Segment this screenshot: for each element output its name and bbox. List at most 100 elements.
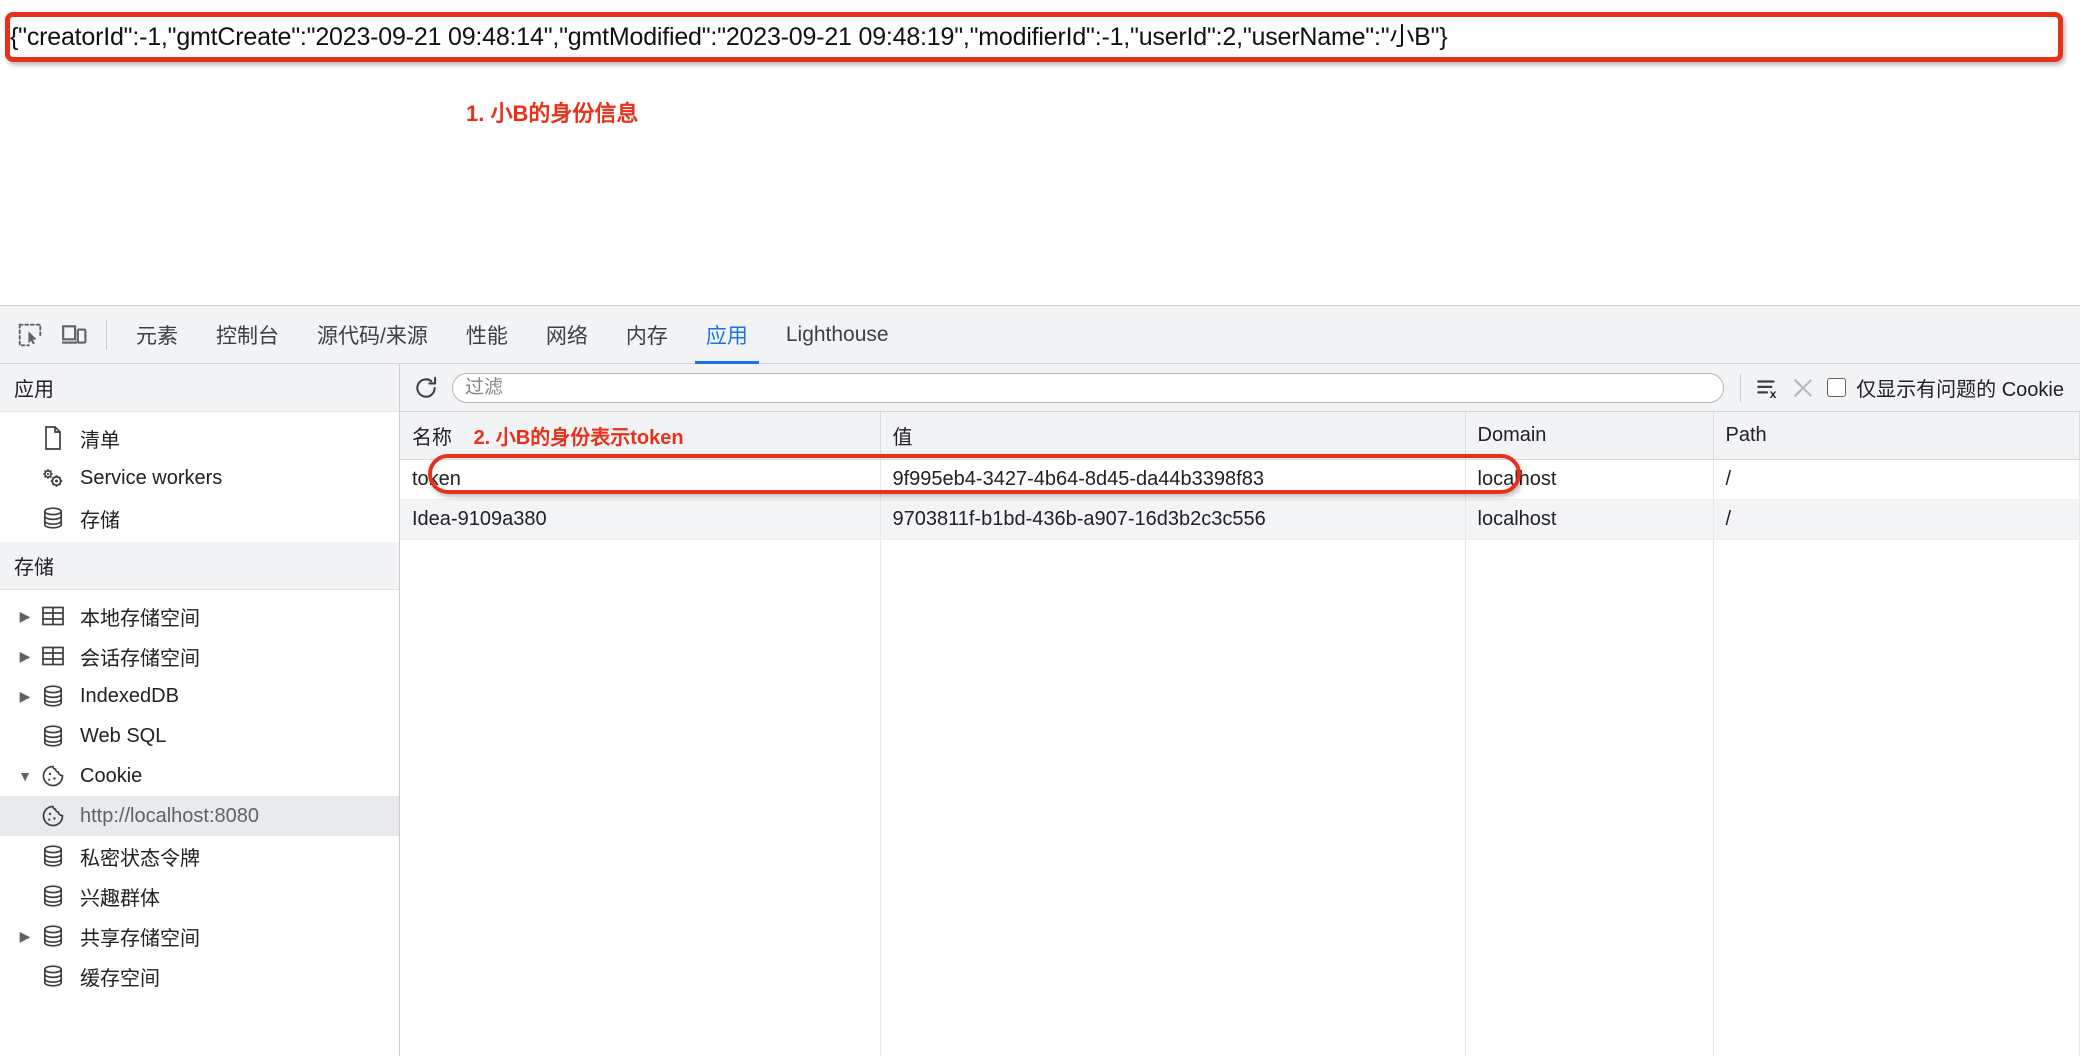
database-icon <box>36 964 70 988</box>
cell-cookie-domain[interactable]: localhost <box>1465 459 1714 500</box>
svg-text:x: x <box>1770 386 1777 400</box>
tab-performance[interactable]: 性能 <box>447 306 527 364</box>
cookie-icon <box>36 764 70 788</box>
sidebar-item-web-sql[interactable]: ▶ Web SQL <box>0 716 399 756</box>
devtools-tab-list: 元素 控制台 源代码/来源 性能 网络 内存 应用 Lighthouse <box>117 306 908 364</box>
table-row[interactable]: token 9f995eb4-3427-4b64-8d45-da44b3398f… <box>400 459 2080 500</box>
checkbox-label: 仅显示有问题的 Cookie <box>1856 379 2064 401</box>
database-icon <box>36 884 70 908</box>
cookie-table-head: 名称 2. 小B的身份表示token 值 Domain Path <box>400 412 2080 460</box>
cell-cookie-name[interactable]: Idea-9109a380 <box>400 499 881 540</box>
tab-elements[interactable]: 元素 <box>117 306 197 364</box>
inspect-element-icon[interactable] <box>10 315 50 355</box>
sidebar-item-label: Web SQL <box>80 724 167 747</box>
table-row[interactable]: Idea-9109a380 9703811f-b1bd-436b-a907-16… <box>400 499 2080 540</box>
tab-network[interactable]: 网络 <box>527 306 607 364</box>
sidebar-section-title-application: 应用 <box>0 364 399 412</box>
cell-cookie-path[interactable]: / <box>1713 499 2080 540</box>
sidebar-item-label: Cookie <box>80 764 143 787</box>
table-icon <box>36 605 70 627</box>
sidebar-item-cookie-localhost-8080[interactable]: http://localhost:8080 <box>0 796 399 836</box>
sidebar-item-label: 共享存储空间 <box>80 927 200 950</box>
cookie-table-body: token 9f995eb4-3427-4b64-8d45-da44b3398f… <box>400 459 2080 1056</box>
database-icon <box>36 924 70 948</box>
annotation-label-identity-json: 1. 小B的身份信息 <box>466 101 639 126</box>
browser-page-area: {"creatorId":-1,"gmtCreate":"2023-09-21 … <box>0 0 2080 305</box>
only-show-problematic-cookies-checkbox[interactable]: 仅显示有问题的 Cookie <box>1821 373 2072 402</box>
sidebar-item-local-storage[interactable]: ▶ 本地存储空间 <box>0 596 399 636</box>
table-header-row: 名称 2. 小B的身份表示token 值 Domain Path <box>400 412 2080 460</box>
chevron-right-icon[interactable]: ▶ <box>14 688 36 705</box>
sidebar-item-label: 本地存储空间 <box>80 607 200 630</box>
column-header-name[interactable]: 名称 2. 小B的身份表示token <box>400 412 881 460</box>
clear-all-cookies-icon[interactable]: x <box>1749 370 1785 406</box>
column-header-domain[interactable]: Domain <box>1465 412 1714 460</box>
cell-cookie-value[interactable]: 9f995eb4-3427-4b64-8d45-da44b3398f83 <box>880 459 1466 500</box>
sidebar-item-cache-storage[interactable]: ▶ 缓存空间 <box>0 956 399 996</box>
refresh-icon[interactable] <box>408 370 444 406</box>
cell-cookie-path[interactable]: / <box>1713 459 2080 500</box>
twisty-placeholder: ▶ <box>14 888 36 905</box>
sidebar-item-manifest[interactable]: ▶ 清单 <box>0 418 399 458</box>
tab-sources[interactable]: 源代码/来源 <box>298 306 447 364</box>
database-icon <box>36 684 70 708</box>
sidebar-item-shared-storage[interactable]: ▶ 共享存储空间 <box>0 916 399 956</box>
database-icon <box>36 506 70 530</box>
tab-application[interactable]: 应用 <box>687 306 767 364</box>
gears-icon <box>36 466 70 490</box>
sidebar-item-cookie[interactable]: ▼ Cookie <box>0 756 399 796</box>
chevron-right-icon[interactable]: ▶ <box>14 648 36 665</box>
application-sidebar: 应用 ▶ 清单 ▶ <box>0 364 400 1056</box>
devtools-screenshot: {"creatorId":-1,"gmtCreate":"2023-09-21 … <box>0 0 2080 1056</box>
filter-field[interactable] <box>452 372 1725 403</box>
column-header-value[interactable]: 值 <box>880 412 1466 460</box>
filler-cell <box>1465 539 1714 1056</box>
json-response-text: {"creatorId":-1,"gmtCreate":"2023-09-21 … <box>10 23 1448 51</box>
chevron-down-icon[interactable]: ▼ <box>14 768 36 784</box>
tab-console[interactable]: 控制台 <box>197 306 298 364</box>
sidebar-item-label: IndexedDB <box>80 684 179 707</box>
sidebar-item-interest-groups[interactable]: ▶ 兴趣群体 <box>0 876 399 916</box>
chevron-right-icon[interactable]: ▶ <box>14 928 36 945</box>
tab-memory[interactable]: 内存 <box>607 306 687 364</box>
filler-cell <box>880 539 1466 1056</box>
cookie-table: 名称 2. 小B的身份表示token 值 Domain Path token 9… <box>400 412 2080 1056</box>
cell-cookie-value[interactable]: 9703811f-b1bd-436b-a907-16d3b2c3c556 <box>880 499 1466 540</box>
tab-lighthouse[interactable]: Lighthouse <box>767 306 908 364</box>
filler-cell <box>1713 539 2080 1056</box>
sidebar-storage-items: ▶ 本地存储空间 ▶ 会话存储空间 ▶ IndexedDB Web SQL ▼ … <box>0 590 399 998</box>
sidebar-item-storage[interactable]: ▶ 存储 <box>0 498 399 538</box>
sidebar-item-label: 兴趣群体 <box>80 887 160 910</box>
delete-selected-cookie-icon[interactable] <box>1785 370 1821 406</box>
table-empty-filler <box>400 539 2080 1056</box>
cookie-toolbar: x 仅显示有问题的 Cookie <box>400 364 2080 412</box>
sidebar-item-indexeddb[interactable]: ▶ IndexedDB <box>0 676 399 716</box>
cookie-icon <box>36 804 70 828</box>
sidebar-item-label: 清单 <box>80 429 120 452</box>
chevron-right-icon[interactable]: ▶ <box>14 608 36 625</box>
sidebar-item-service-workers[interactable]: ▶ <box>0 458 399 498</box>
cell-cookie-name[interactable]: token <box>400 459 881 500</box>
twisty-placeholder: ▶ <box>14 728 36 745</box>
twisty-placeholder: ▶ <box>14 510 36 527</box>
sidebar-item-session-storage[interactable]: ▶ 会话存储空间 <box>0 636 399 676</box>
column-header-name-label: 名称 <box>412 427 452 449</box>
devtools-window: 元素 控制台 源代码/来源 性能 网络 内存 应用 Lighthouse 应用 … <box>0 305 2080 1056</box>
devtools-body: 应用 ▶ 清单 ▶ <box>0 364 2080 1056</box>
annotation-label-token: 2. 小B的身份表示token <box>473 427 684 449</box>
sidebar-item-label: 会话存储空间 <box>80 647 200 670</box>
twisty-placeholder: ▶ <box>14 430 36 447</box>
database-icon <box>36 844 70 868</box>
sidebar-item-label: 私密状态令牌 <box>80 847 200 870</box>
filler-cell <box>400 539 881 1056</box>
column-header-path[interactable]: Path <box>1713 412 2080 460</box>
cell-cookie-domain[interactable]: localhost <box>1465 499 1714 540</box>
sidebar-item-private-state-tokens[interactable]: ▶ 私密状态令牌 <box>0 836 399 876</box>
device-toolbar-icon[interactable] <box>54 315 94 355</box>
sidebar-application-items: ▶ 清单 ▶ <box>0 412 399 540</box>
toolbar-divider <box>106 319 107 350</box>
search-input[interactable] <box>465 376 1712 399</box>
sidebar-item-label: Service workers <box>80 466 223 489</box>
checkbox-box[interactable] <box>1827 378 1847 397</box>
toolbar-divider <box>1740 373 1742 402</box>
